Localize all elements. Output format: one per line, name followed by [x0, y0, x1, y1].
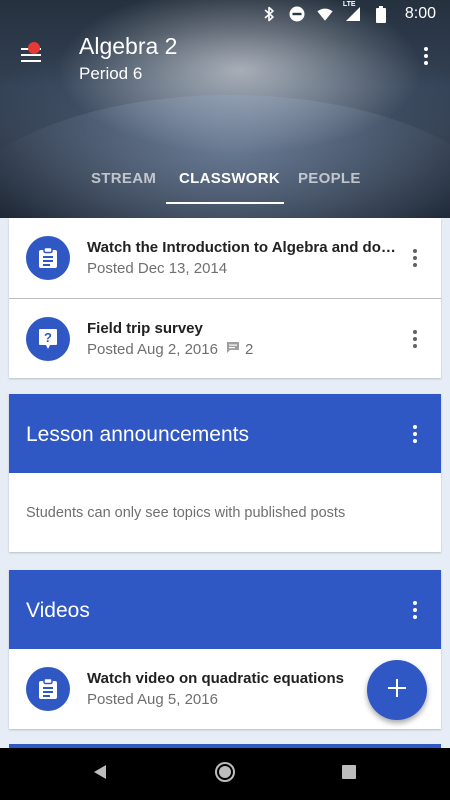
system-nav-bar [0, 748, 450, 800]
item-options-button[interactable] [403, 327, 427, 351]
back-icon [93, 764, 107, 785]
comment-icon [226, 341, 240, 358]
tab-stream[interactable]: STREAM [91, 170, 156, 187]
comment-count: 2 [226, 341, 253, 358]
assignment-meta: Posted Dec 13, 2014 [87, 260, 227, 277]
tab-classwork[interactable]: CLASSWORK [179, 170, 280, 187]
class-title: Algebra 2 [79, 33, 178, 59]
assignment-title: Watch the Introduction to Algebra and do… [87, 239, 397, 256]
status-bar: LTE 8:00 [0, 0, 450, 28]
topic-title: Videos [26, 599, 90, 622]
recents-icon [342, 764, 356, 784]
more-options-button[interactable] [414, 44, 438, 68]
tab-people[interactable]: PEOPLE [298, 170, 361, 187]
home-icon [214, 761, 236, 788]
empty-topic-message: Students can only see topics with publis… [26, 505, 346, 521]
assignment-icon [26, 236, 70, 280]
topic-options-button[interactable] [403, 422, 427, 446]
assignment-title: Field trip survey [87, 320, 203, 337]
create-button[interactable] [367, 660, 427, 720]
active-tab-indicator [166, 202, 284, 204]
plus-icon [388, 678, 406, 702]
list-item[interactable]: ? Field trip survey Posted Aug 2, 2016 2 [9, 298, 441, 378]
class-period: Period 6 [79, 64, 143, 83]
battery-icon [373, 5, 389, 23]
topic-options-button[interactable] [403, 598, 427, 622]
posted-date: Posted Aug 2, 2016 [87, 341, 218, 358]
home-button[interactable] [213, 761, 237, 788]
class-header: LTE 8:00 Algebra 2 Period 6 STREAM CLASS… [0, 0, 450, 218]
topic-title: Lesson announcements [26, 423, 249, 446]
item-options-button[interactable] [403, 246, 427, 270]
question-icon: ? [26, 317, 70, 361]
back-button[interactable] [88, 762, 112, 786]
network-label: LTE [342, 1, 356, 8]
posted-date: Posted Dec 13, 2014 [87, 260, 228, 277]
assignment-icon [26, 667, 70, 711]
list-item[interactable]: Watch the Introduction to Algebra and do… [9, 218, 441, 298]
notification-dot [28, 42, 40, 54]
topic-body: Students can only see topics with publis… [9, 473, 441, 552]
assignment-title: Watch video on quadratic equations [87, 670, 344, 687]
assignment-meta: Posted Aug 2, 2016 2 [87, 341, 253, 358]
svg-text:?: ? [44, 330, 52, 345]
bluetooth-icon [261, 6, 277, 22]
tab-bar: STREAM CLASSWORK PEOPLE [0, 160, 450, 208]
topic-header[interactable]: Videos [9, 570, 441, 649]
topic-header[interactable]: Lesson announcements [9, 394, 441, 473]
topic-card: Lesson announcements Students can only s… [9, 394, 441, 552]
cell-signal-icon: LTE [343, 1, 361, 22]
clock: 8:00 [404, 5, 436, 22]
posted-date: Posted Aug 5, 2016 [87, 691, 218, 708]
comment-count-value: 2 [244, 341, 254, 358]
assignment-meta: Posted Aug 5, 2016 [87, 691, 218, 708]
assignments-card: Watch the Introduction to Algebra and do… [9, 218, 441, 378]
wifi-icon [317, 6, 333, 22]
recents-button[interactable] [337, 762, 361, 786]
do-not-disturb-icon [289, 6, 305, 22]
